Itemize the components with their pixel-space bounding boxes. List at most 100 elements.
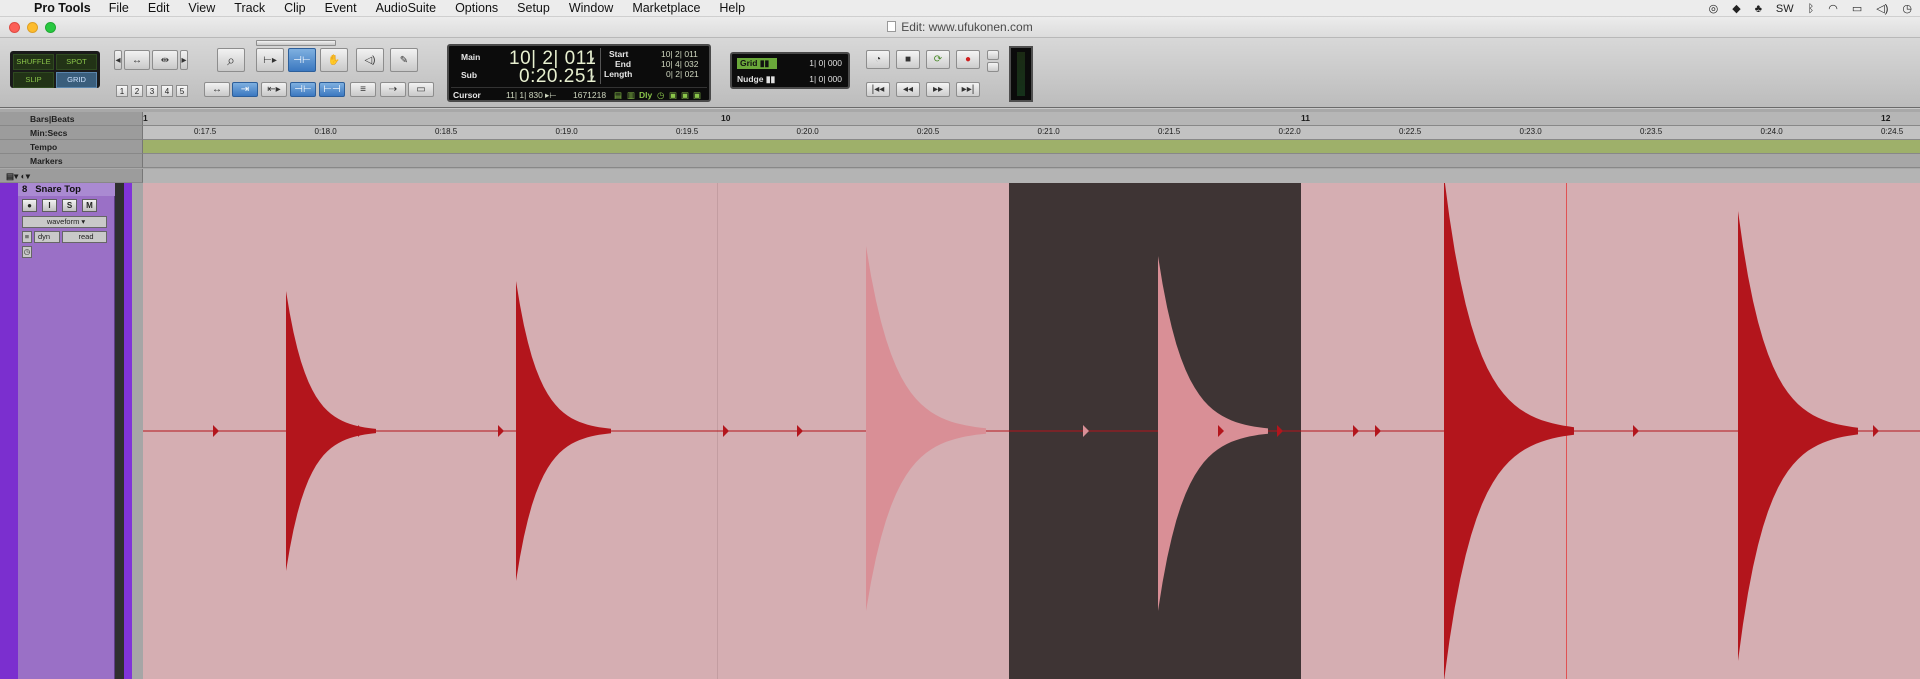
- trim-tool-icon[interactable]: ⊢▸: [256, 48, 284, 72]
- edit-option-link-track[interactable]: ⇤▸: [261, 82, 287, 97]
- menu-help[interactable]: Help: [719, 1, 745, 15]
- meter-icon[interactable]: ▣: [693, 90, 701, 101]
- track-name[interactable]: Snare Top: [35, 184, 81, 195]
- grid-mode-button[interactable]: GRID: [56, 72, 97, 88]
- horizontal-zoom-out-button[interactable]: ⇹: [152, 50, 178, 70]
- stop-button[interactable]: ■: [896, 50, 920, 69]
- bars-beats-label[interactable]: Bars|Beats: [0, 112, 143, 126]
- zoom-preset-4[interactable]: 4: [161, 85, 173, 97]
- rewind-button[interactable]: ◂◂: [896, 82, 920, 97]
- playlist-icon[interactable]: ≡: [22, 231, 32, 243]
- return-to-zero-button[interactable]: |◂◂: [866, 82, 890, 97]
- markers-ruler[interactable]: Markers: [0, 154, 1920, 168]
- horizontal-zoom-in-button[interactable]: ↔: [124, 50, 150, 70]
- zoom-preset-3[interactable]: 3: [146, 85, 158, 97]
- shuffle-mode-button[interactable]: SHUFFLE: [13, 54, 54, 70]
- transport-expand-icon[interactable]: [987, 50, 999, 60]
- bars-beats-track[interactable]: 1 10 11 12: [143, 112, 1920, 126]
- volume-icon[interactable]: ◁): [1876, 2, 1888, 15]
- grid-value[interactable]: 1| 0| 000: [809, 58, 842, 68]
- record-enable-button[interactable]: ●: [22, 199, 37, 212]
- zoom-preset-1[interactable]: 1: [116, 85, 128, 97]
- automation-type-selector[interactable]: dyn: [34, 231, 60, 243]
- markers-track[interactable]: [143, 154, 1920, 168]
- track-view-selector[interactable]: waveform ▾: [22, 216, 107, 228]
- automation-mode-selector[interactable]: read: [62, 231, 107, 243]
- min-secs-ruler[interactable]: Min:Secs 0:17.5 0:18.0 0:18.5 0:19.0 0:19.5 0…: [0, 126, 1920, 140]
- creative-cloud-icon[interactable]: ◎: [1709, 2, 1719, 15]
- tempo-ruler[interactable]: Tempo: [0, 140, 1920, 154]
- nudge-value[interactable]: 1| 0| 000: [809, 74, 842, 84]
- dropbox-icon[interactable]: ◆: [1732, 2, 1740, 15]
- edit-option-tab-to-transient[interactable]: ↔: [204, 82, 230, 97]
- menu-track[interactable]: Track: [234, 1, 265, 15]
- menu-setup[interactable]: Setup: [517, 1, 550, 15]
- selector-tool-icon[interactable]: ⊣⊢: [288, 48, 316, 72]
- zoom-preset-2[interactable]: 2: [131, 85, 143, 97]
- solo-button[interactable]: S: [62, 199, 77, 212]
- grid-label[interactable]: Grid ▮▮: [737, 58, 777, 69]
- menu-options[interactable]: Options: [455, 1, 498, 15]
- main-counter[interactable]: Main 10| 2| 011 ▾ Sub 0:20.251 ▾ Start 1…: [447, 44, 711, 102]
- spot-mode-button[interactable]: SPOT: [56, 54, 97, 70]
- airplay-icon[interactable]: ▭: [1852, 2, 1862, 15]
- zoom-in-arrow-icon[interactable]: ▸: [180, 50, 188, 70]
- online-button[interactable]: ◔: [866, 50, 890, 69]
- menu-window[interactable]: Window: [569, 1, 613, 15]
- length-value[interactable]: 0| 2| 021: [666, 69, 699, 79]
- menu-file[interactable]: File: [109, 1, 129, 15]
- main-counter-dropdown-icon[interactable]: ▾: [590, 54, 594, 65]
- start-value[interactable]: 10| 2| 011: [661, 49, 698, 59]
- app-menu[interactable]: Pro Tools: [34, 1, 91, 15]
- sub-counter-value[interactable]: 0:20.251: [519, 66, 597, 88]
- markers-label[interactable]: Markers: [0, 154, 143, 168]
- edit-option-link-selection[interactable]: ⊢⊣: [319, 82, 345, 97]
- smart-tool-bar[interactable]: [256, 40, 336, 46]
- track-name-row[interactable]: 8 Snare Top: [18, 183, 115, 196]
- metronome-icon[interactable]: ◷: [657, 90, 664, 101]
- transport-collapse-icon[interactable]: [987, 62, 999, 72]
- bars-beats-ruler[interactable]: Bars|Beats 1 10 11 12: [0, 112, 1920, 126]
- input-monitor-button[interactable]: I: [42, 199, 57, 212]
- pencil-tool-icon[interactable]: ✎: [390, 48, 418, 72]
- nudge-label[interactable]: Nudge ▮▮: [737, 74, 775, 85]
- midi-input-icon[interactable]: ▤: [614, 90, 622, 101]
- tempo-label[interactable]: Tempo: [0, 140, 143, 154]
- bluetooth-icon[interactable]: ᛒ: [1808, 3, 1815, 15]
- tempo-track[interactable]: [143, 140, 1920, 154]
- edit-option-mirrored-midi[interactable]: ≡: [350, 82, 376, 97]
- menu-audiosuite[interactable]: AudioSuite: [376, 1, 436, 15]
- slip-mode-button[interactable]: SLIP: [13, 72, 54, 88]
- edit-option-automation-follows[interactable]: ⇢: [380, 82, 406, 97]
- menu-event[interactable]: Event: [325, 1, 357, 15]
- menu-clip[interactable]: Clip: [284, 1, 306, 15]
- mute-button[interactable]: M: [82, 199, 97, 212]
- zoom-out-arrow-icon[interactable]: ◂: [114, 50, 122, 70]
- input-source[interactable]: SW: [1776, 3, 1794, 15]
- evernote-icon[interactable]: ♣: [1755, 3, 1762, 15]
- delay-compensation[interactable]: Dly: [639, 90, 652, 100]
- wifi-icon[interactable]: ◠: [1828, 2, 1838, 15]
- zoomer-tool-icon[interactable]: ⌕: [217, 48, 245, 72]
- edit-option-keyboard-focus[interactable]: ▭: [408, 82, 434, 97]
- end-value[interactable]: 10| 4| 032: [661, 59, 699, 69]
- play-loop-button[interactable]: ⟳: [926, 50, 950, 69]
- sub-counter-dropdown-icon[interactable]: ▾: [590, 72, 594, 83]
- countoff-icon[interactable]: ▣: [669, 90, 677, 101]
- min-secs-label[interactable]: Min:Secs: [0, 126, 143, 140]
- timebase-icon[interactable]: ◷: [22, 246, 32, 258]
- audio-clip[interactable]: [143, 183, 1920, 679]
- grabber-tool-icon[interactable]: ✋: [320, 48, 348, 72]
- record-button[interactable]: ●: [956, 50, 980, 69]
- tempo-icon[interactable]: ▣: [681, 90, 689, 101]
- menu-view[interactable]: View: [188, 1, 215, 15]
- menu-marketplace[interactable]: Marketplace: [632, 1, 700, 15]
- zoom-preset-5[interactable]: 5: [176, 85, 188, 97]
- scrubber-tool-icon[interactable]: ◁): [356, 48, 384, 72]
- edit-option-insertion-follows[interactable]: ⊣⊢: [290, 82, 316, 97]
- clock-icon[interactable]: ◷: [1902, 2, 1912, 15]
- min-secs-track[interactable]: 0:17.5 0:18.0 0:18.5 0:19.0 0:19.5 0:20.0 0:20…: [143, 126, 1920, 140]
- delay-icon[interactable]: ▥: [627, 90, 635, 101]
- go-to-end-button[interactable]: ▸▸|: [956, 82, 980, 97]
- fast-forward-button[interactable]: ▸▸: [926, 82, 950, 97]
